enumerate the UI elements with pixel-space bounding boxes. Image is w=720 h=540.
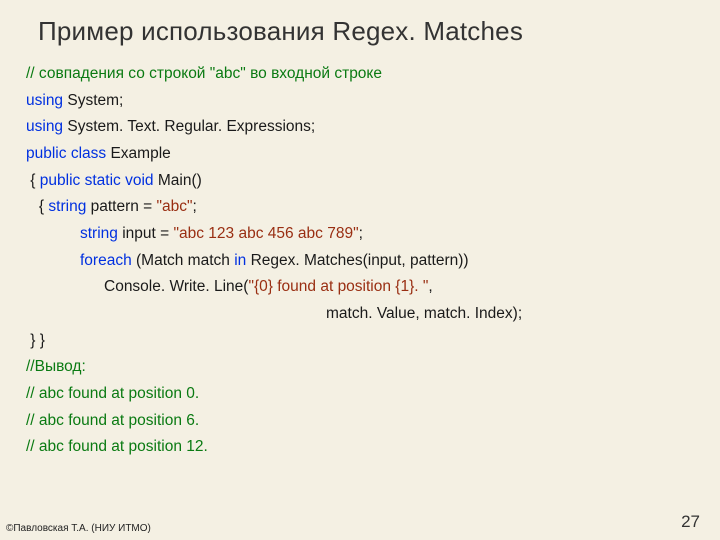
slide-title: Пример использования Regex. Matches	[38, 16, 694, 47]
code-line: //Вывод:	[26, 354, 694, 381]
copyright: ©Павловская Т.А. (НИУ ИТМО)	[6, 523, 151, 534]
code-line: using System;	[26, 88, 694, 115]
code-block: // совпадения со строкой "abc" во входно…	[26, 61, 694, 461]
slide: Пример использования Regex. Matches // с…	[0, 0, 720, 461]
code-line: // совпадения со строкой "abc" во входно…	[26, 61, 694, 88]
code-line: public class Example	[26, 141, 694, 168]
code-line: { string pattern = "abc";	[26, 194, 694, 221]
code-line: match. Value, match. Index);	[26, 301, 694, 328]
code-line: string input = "abc 123 abc 456 abc 789"…	[26, 221, 694, 248]
code-line: Console. Write. Line("{0} found at posit…	[26, 274, 694, 301]
code-line: { public static void Main()	[26, 168, 694, 195]
code-line: // abc found at position 12.	[26, 434, 694, 461]
code-line: // abc found at position 0.	[26, 381, 694, 408]
code-line: foreach (Match match in Regex. Matches(i…	[26, 248, 694, 275]
code-line: // abc found at position 6.	[26, 408, 694, 435]
page-number: 27	[681, 512, 700, 532]
code-line: } }	[26, 328, 694, 355]
code-line: using System. Text. Regular. Expressions…	[26, 114, 694, 141]
